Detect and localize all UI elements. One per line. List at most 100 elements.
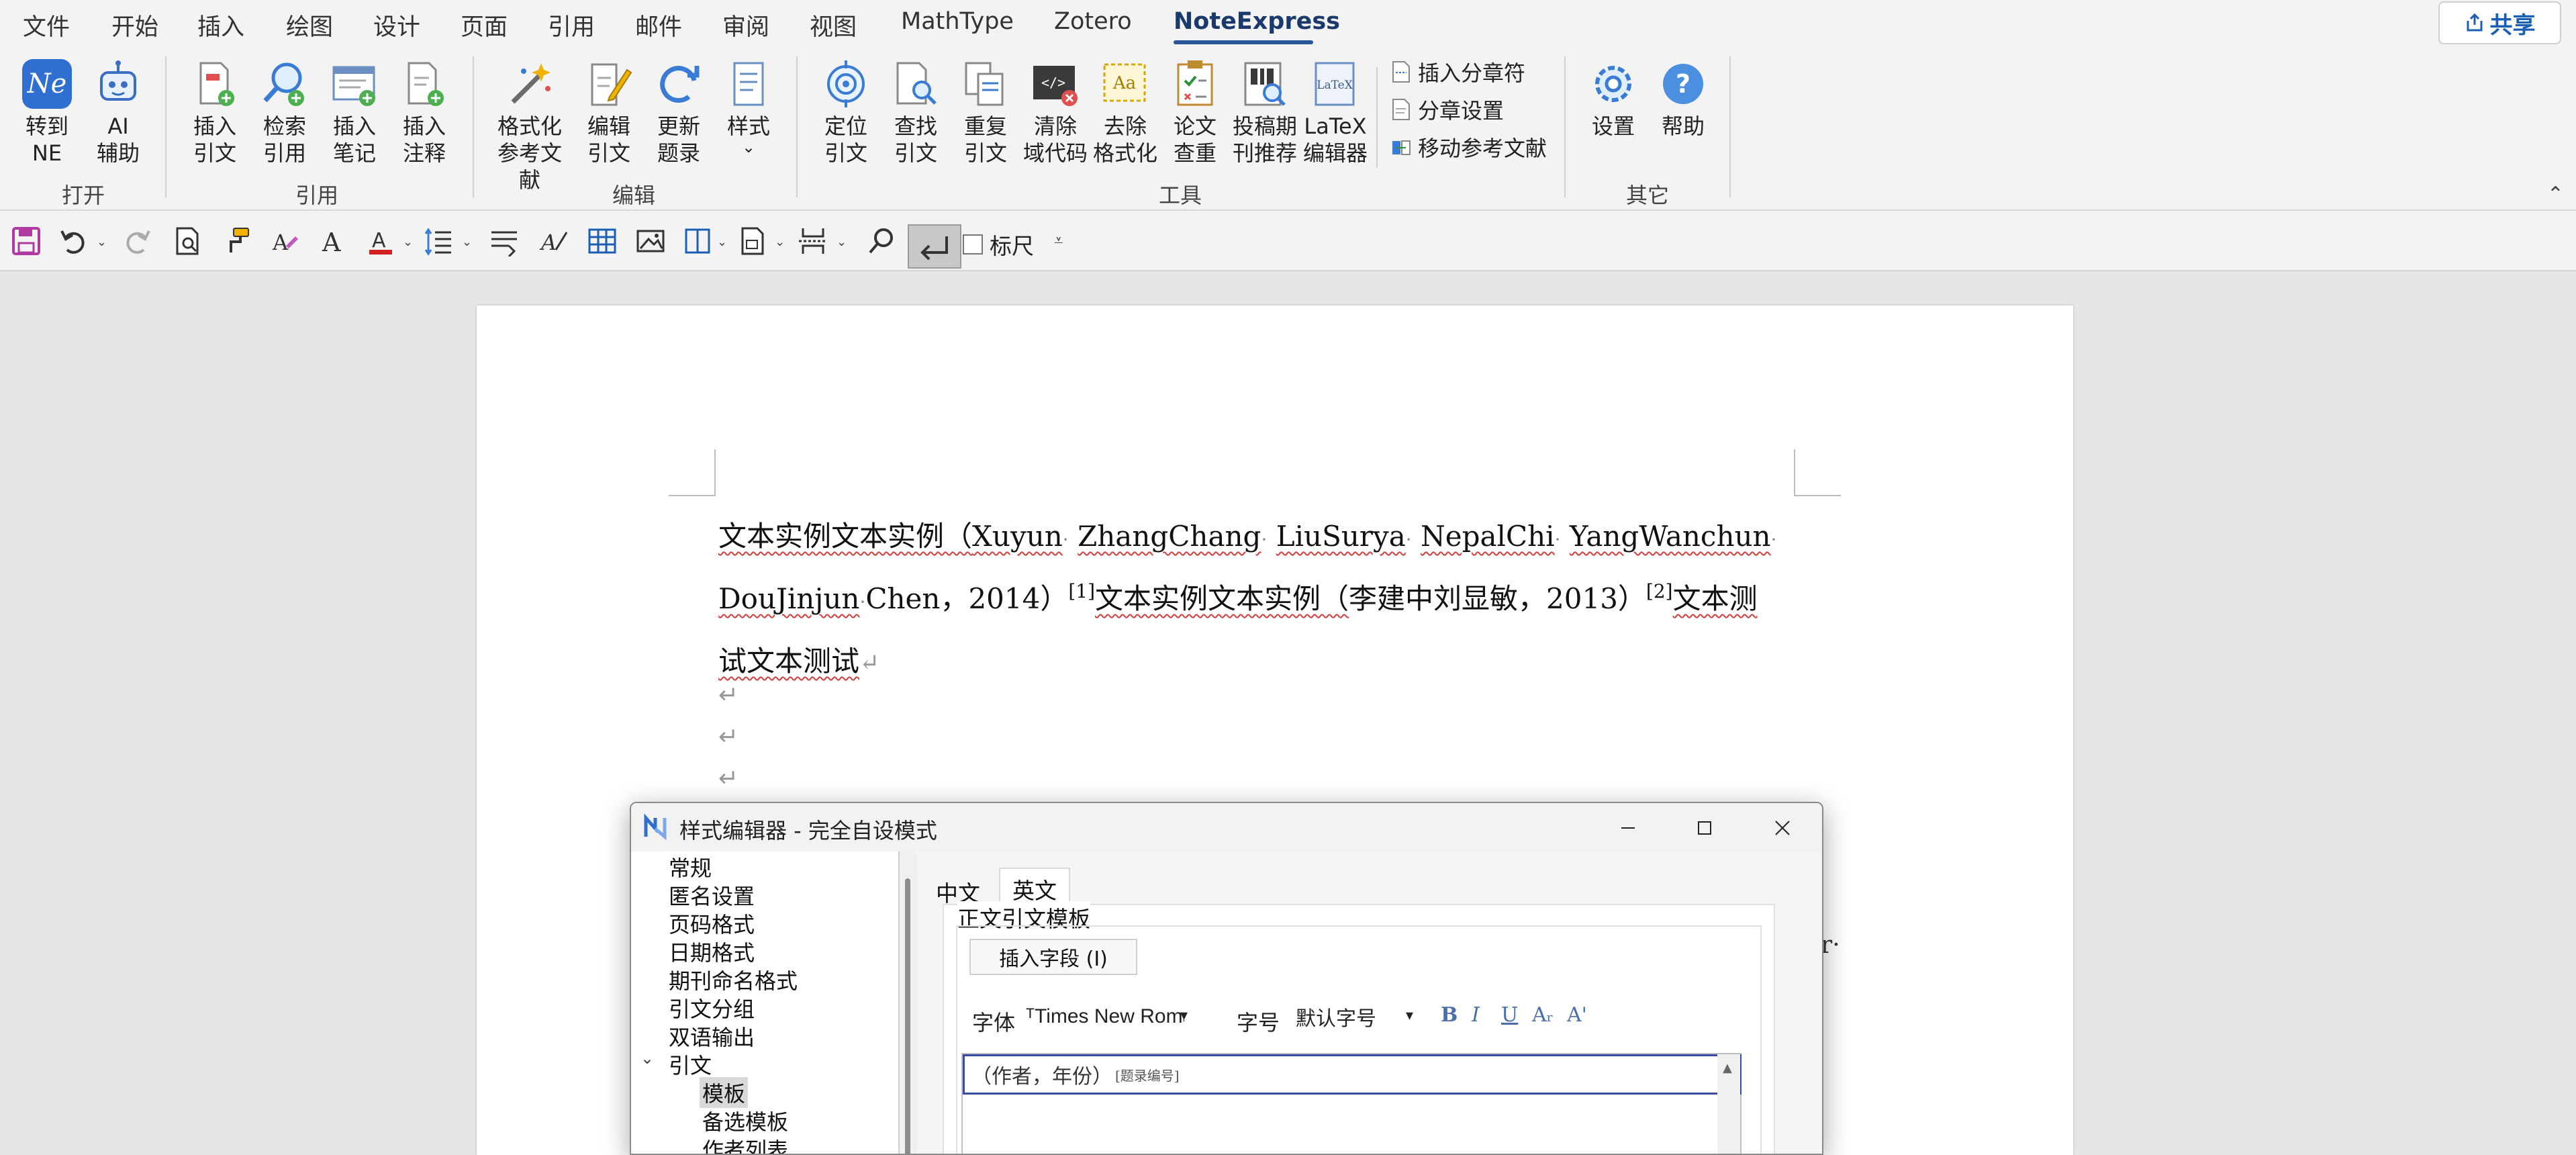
- tab-insert[interactable]: 插入: [197, 8, 244, 42]
- maximize-button[interactable]: [1688, 811, 1721, 845]
- citation-marker[interactable]: [1]: [1068, 580, 1095, 602]
- tree-item-alt-template[interactable]: 备选模板: [702, 1105, 788, 1136]
- bold-button[interactable]: B: [1441, 1003, 1458, 1027]
- tab-review[interactable]: 审阅: [722, 8, 769, 42]
- font-color-icon[interactable]: A: [365, 226, 396, 257]
- tree-item-author-list[interactable]: 作者列表: [702, 1134, 788, 1154]
- empty-paragraph[interactable]: ↵: [718, 682, 738, 709]
- tree-item-page-format[interactable]: 页码格式: [669, 908, 755, 939]
- tree-item-anonymous[interactable]: 匿名设置: [669, 880, 755, 911]
- insert-note-button[interactable]: 插入 笔记: [325, 58, 384, 167]
- page-break-dropdown-icon[interactable]: ⌄: [837, 235, 847, 249]
- document-paragraph[interactable]: 文本实例文本实例（Xuyun· ZhangChang· LiuSurya· Ne…: [718, 507, 1860, 693]
- format-painter-icon[interactable]: [222, 226, 252, 257]
- paragraph-icon[interactable]: [489, 226, 520, 257]
- remove-format-button[interactable]: Aa 去除 格式化: [1092, 58, 1159, 167]
- template-text-editor[interactable]: （作者，年份） [题录编号] ▲: [961, 1053, 1742, 1154]
- tab-design[interactable]: 设计: [373, 8, 420, 42]
- insert-citation-button[interactable]: 插入 引文: [185, 58, 244, 167]
- edit-citation-button[interactable]: 编辑 引文: [579, 58, 639, 167]
- empty-paragraph[interactable]: ↵: [718, 765, 738, 792]
- underline-button[interactable]: U: [1501, 1003, 1518, 1027]
- tree-item-date-format[interactable]: 日期格式: [669, 936, 755, 967]
- line-spacing-icon[interactable]: [423, 226, 454, 257]
- find-icon[interactable]: [866, 226, 897, 257]
- tab-references[interactable]: 引用: [548, 8, 595, 42]
- navigation-toggle-button[interactable]: [908, 224, 961, 269]
- close-button[interactable]: [1766, 811, 1799, 845]
- empty-paragraph[interactable]: ↵: [718, 723, 738, 751]
- share-button[interactable]: 共享: [2438, 1, 2561, 44]
- tab-zotero[interactable]: Zotero: [1054, 8, 1132, 35]
- picture-icon[interactable]: [635, 226, 666, 257]
- subscript-button[interactable]: Aᵣ: [1532, 1003, 1554, 1027]
- tree-item-citation-grouping[interactable]: 引文分组: [669, 992, 755, 1023]
- settings-button[interactable]: 设置: [1584, 58, 1642, 140]
- chapter-settings-button[interactable]: 分章设置: [1391, 94, 1504, 125]
- customize-toolbar-icon[interactable]: ⩡: [1054, 231, 1063, 250]
- font-dropdown-icon[interactable]: ▾: [1180, 1007, 1188, 1024]
- columns-icon[interactable]: [682, 226, 713, 257]
- superscript-button[interactable]: A': [1567, 1003, 1587, 1027]
- paper-check-button[interactable]: 论文 查重: [1165, 58, 1225, 167]
- tab-mailings[interactable]: 邮件: [635, 8, 682, 42]
- tab-draw[interactable]: 绘图: [286, 8, 333, 42]
- scroll-up-icon[interactable]: ▲: [1723, 1061, 1732, 1075]
- tree-item-citation[interactable]: 引文: [669, 1049, 712, 1080]
- redo-icon[interactable]: [122, 226, 153, 257]
- move-references-button[interactable]: 移动参考文献: [1391, 132, 1547, 163]
- clear-field-code-button[interactable]: </> 清除 域代码: [1022, 58, 1089, 167]
- scrollbar-thumb[interactable]: [905, 878, 910, 1154]
- tab-file[interactable]: 文件: [23, 8, 70, 42]
- insert-chapter-break-button[interactable]: 插入分章符: [1391, 56, 1525, 87]
- tab-home[interactable]: 开始: [111, 8, 158, 42]
- page-icon[interactable]: [737, 226, 768, 257]
- journal-recommend-button[interactable]: 投稿期 刊推荐: [1233, 58, 1297, 167]
- help-button[interactable]: ? 帮助: [1654, 58, 1712, 140]
- collapse-ribbon-icon[interactable]: ⌃: [2547, 183, 2564, 206]
- columns-dropdown-icon[interactable]: ⌄: [717, 235, 727, 249]
- insert-field-button[interactable]: 插入字段 (I): [969, 939, 1137, 975]
- font-color-dropdown-icon[interactable]: ⌄: [403, 235, 413, 249]
- size-select[interactable]: 默认字号: [1289, 999, 1423, 1034]
- undo-dropdown-icon[interactable]: ⌄: [97, 235, 107, 249]
- locate-citation-button[interactable]: 定位 引文: [816, 58, 875, 167]
- size-dropdown-icon[interactable]: ▾: [1406, 1007, 1413, 1024]
- font-select[interactable]: ᵀTimes New Roman: [1019, 999, 1200, 1034]
- latex-editor-button[interactable]: LaTeX LaTeX 编辑器: [1302, 58, 1368, 167]
- tree-expand-icon[interactable]: ⌄: [640, 1049, 654, 1068]
- insert-annotation-button[interactable]: 插入 注释: [395, 58, 454, 167]
- editor-scrollbar[interactable]: ▲: [1717, 1054, 1740, 1154]
- font-icon[interactable]: A: [317, 226, 348, 257]
- template-line[interactable]: （作者，年份） [题录编号]: [963, 1054, 1742, 1095]
- duplicate-citation-button[interactable]: 重复 引文: [956, 58, 1015, 167]
- citation-marker[interactable]: [2]: [1646, 580, 1673, 602]
- clear-formatting-icon[interactable]: A: [269, 226, 299, 257]
- tree-scrollbar[interactable]: [900, 851, 917, 1154]
- search-citation-button[interactable]: 检索 引用: [255, 58, 314, 167]
- italic-button[interactable]: I: [1472, 1003, 1480, 1027]
- print-preview-icon[interactable]: [172, 226, 203, 257]
- find-citation-button[interactable]: 查找 引文: [886, 58, 945, 167]
- update-records-button[interactable]: 更新 题录: [649, 58, 709, 167]
- tab-mathtype[interactable]: MathType: [901, 8, 1014, 35]
- dialog-title-bar[interactable]: 样式编辑器 - 完全自设模式: [631, 803, 1822, 851]
- ai-assist-button[interactable]: AI 辅助: [90, 58, 146, 167]
- minimize-button[interactable]: [1611, 811, 1645, 845]
- table-icon[interactable]: [587, 226, 618, 257]
- page-break-icon[interactable]: [798, 226, 828, 257]
- save-icon[interactable]: [11, 226, 42, 257]
- tree-item-journal-naming[interactable]: 期刊命名格式: [669, 964, 798, 995]
- style-dropdown-button[interactable]: 样式 ⌄: [720, 58, 777, 155]
- line-spacing-dropdown-icon[interactable]: ⌄: [462, 235, 472, 249]
- format-references-button[interactable]: 格式化 参考文献: [487, 58, 572, 193]
- page-dropdown-icon[interactable]: ⌄: [775, 235, 785, 249]
- tree-item-bilingual-output[interactable]: 双语输出: [669, 1021, 755, 1052]
- tab-layout[interactable]: 页面: [461, 8, 508, 42]
- tab-noteexpress[interactable]: NoteExpress: [1174, 8, 1340, 35]
- text-style-icon[interactable]: A: [538, 226, 569, 257]
- tree-item-general[interactable]: 常规: [669, 851, 712, 882]
- undo-icon[interactable]: [58, 226, 89, 257]
- tab-view[interactable]: 视图: [810, 8, 857, 42]
- tree-item-template[interactable]: 模板: [700, 1077, 749, 1108]
